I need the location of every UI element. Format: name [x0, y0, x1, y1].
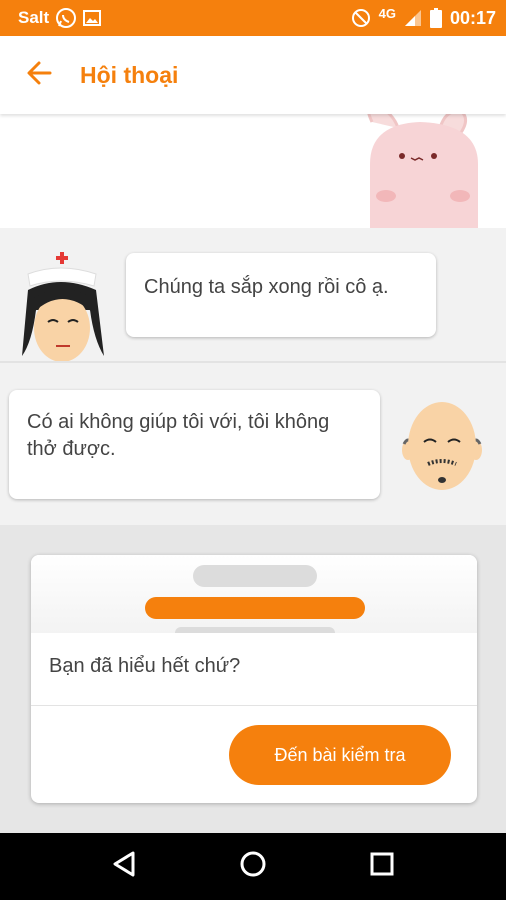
- nav-back-button[interactable]: [94, 837, 154, 897]
- back-button[interactable]: [0, 36, 78, 114]
- message-divider: [0, 361, 506, 363]
- circle-home-icon: [239, 850, 267, 883]
- quiz-question: Bạn đã hiểu hết chứ?: [31, 633, 477, 706]
- conversation-area: Chúng ta sắp xong rồi cô ạ. Có ai không …: [0, 228, 506, 525]
- clock: 00:17: [449, 7, 496, 28]
- nav-home-button[interactable]: [223, 837, 283, 897]
- message-text: Chúng ta sắp xong rồi cô ạ.: [144, 276, 389, 298]
- carrier-label: Salt: [18, 8, 50, 27]
- message-text: Có ai không giúp tôi với, tôi không thở …: [27, 411, 330, 460]
- nurse-avatar: [14, 250, 108, 368]
- hero-illustration: [0, 114, 506, 228]
- signal-icon: [404, 9, 422, 27]
- app-bar: Hội thoại: [0, 36, 506, 114]
- go-to-test-button[interactable]: Đến bài kiểm tra: [229, 725, 451, 785]
- decorative-pill-accent: [145, 597, 365, 619]
- network-type: 4G: [378, 5, 396, 21]
- system-nav-bar: [0, 833, 506, 900]
- nav-recents-button[interactable]: [352, 837, 412, 897]
- status-bar: Salt 4G 00:17: [0, 0, 506, 36]
- old-man-avatar: [398, 394, 486, 506]
- whatsapp-icon: [55, 7, 77, 29]
- triangle-back-icon: [111, 850, 137, 883]
- square-recents-icon: [369, 851, 395, 882]
- card-header-decoration: [31, 555, 477, 639]
- quiz-card: Bạn đã hiểu hết chứ? Đến bài kiểm tra: [31, 555, 477, 803]
- image-icon: [83, 10, 102, 26]
- decorative-pill: [193, 565, 317, 587]
- do-not-disturb-icon: [351, 8, 371, 28]
- battery-icon: [429, 8, 442, 28]
- status-left: Salt: [18, 7, 102, 29]
- arrow-left-icon: [26, 60, 52, 91]
- message-bubble-old-man: Có ai không giúp tôi với, tôi không thở …: [9, 390, 380, 499]
- message-bubble-nurse: Chúng ta sắp xong rồi cô ạ.: [126, 253, 436, 337]
- status-right: 4G 00:17: [351, 5, 496, 29]
- pink-bunny-mascot: [367, 114, 478, 228]
- quiz-area: Bạn đã hiểu hết chứ? Đến bài kiểm tra: [0, 525, 506, 833]
- page-title: Hội thoại: [80, 61, 179, 88]
